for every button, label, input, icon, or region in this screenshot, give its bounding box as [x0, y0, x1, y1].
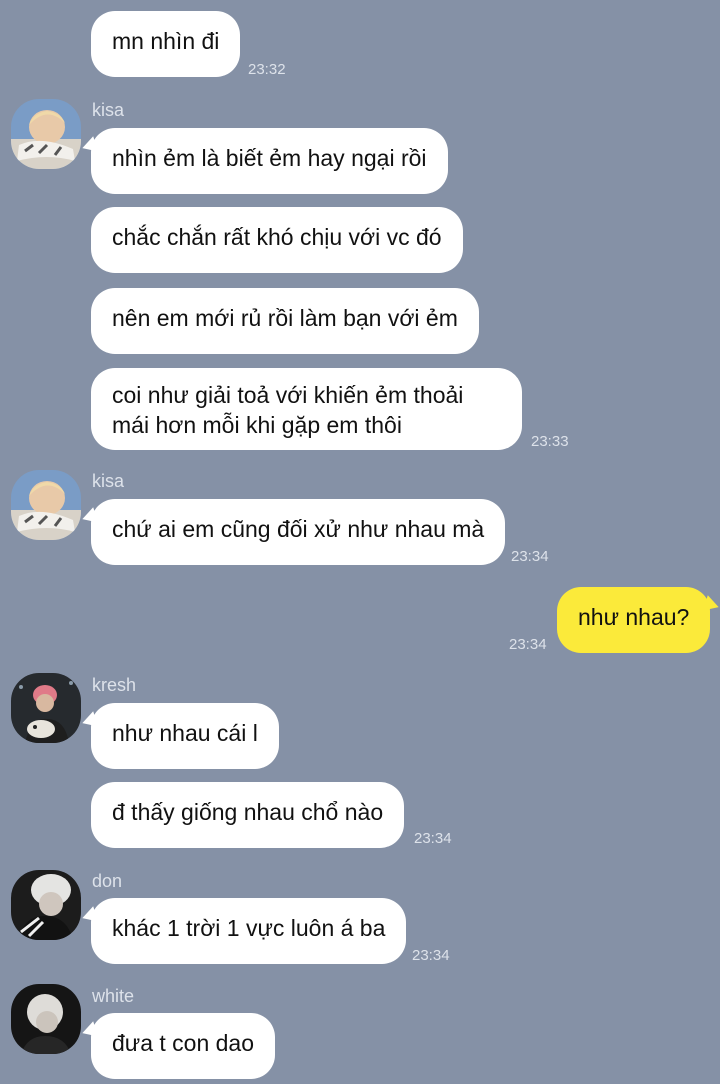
sender-name: kresh	[92, 675, 137, 695]
avatar-kisa[interactable]	[11, 99, 81, 169]
message-bubble[interactable]: đ thấy giống nhau chổ nào	[91, 782, 405, 848]
avatar-don[interactable]	[11, 870, 81, 940]
message-bubble[interactable]: nên em mới rủ rồi làm bạn với ẻm	[91, 288, 479, 354]
message-bubble[interactable]: coi như giải toả với khiến ẻm thoải mái …	[91, 368, 522, 450]
avatar-white[interactable]	[11, 984, 81, 1054]
message-bubble[interactable]: đưa t con dao	[91, 1013, 275, 1079]
avatar-kisa[interactable]	[11, 470, 81, 540]
message-timestamp: 23:34	[412, 947, 450, 964]
message-timestamp: 23:32	[248, 61, 286, 78]
message-bubble[interactable]: chắc chắn rất khó chịu với vc đó	[91, 207, 463, 273]
sender-name: kisa	[92, 471, 125, 491]
message-bubble[interactable]: nhìn ẻm là biết ẻm hay ngại rồi	[91, 128, 448, 194]
avatar-kresh[interactable]	[11, 673, 81, 743]
message-bubble[interactable]: khác 1 trời 1 vực luôn á ba	[91, 898, 407, 964]
message-timestamp: 23:34	[509, 636, 547, 653]
message-timestamp: 23:34	[414, 830, 452, 847]
message-bubble[interactable]: mn nhìn đi	[91, 11, 241, 77]
message-timestamp: 23:33	[531, 433, 569, 450]
my-message-bubble[interactable]: như nhau?	[557, 587, 711, 653]
sender-name: don	[92, 871, 123, 891]
message-bubble[interactable]: như nhau cái l	[91, 703, 279, 769]
message-timestamp: 23:34	[511, 548, 549, 565]
message-bubble[interactable]: chứ ai em cũng đối xử như nhau mà	[91, 499, 506, 565]
sender-name: kisa	[92, 100, 125, 120]
sender-name: white	[92, 986, 135, 1006]
